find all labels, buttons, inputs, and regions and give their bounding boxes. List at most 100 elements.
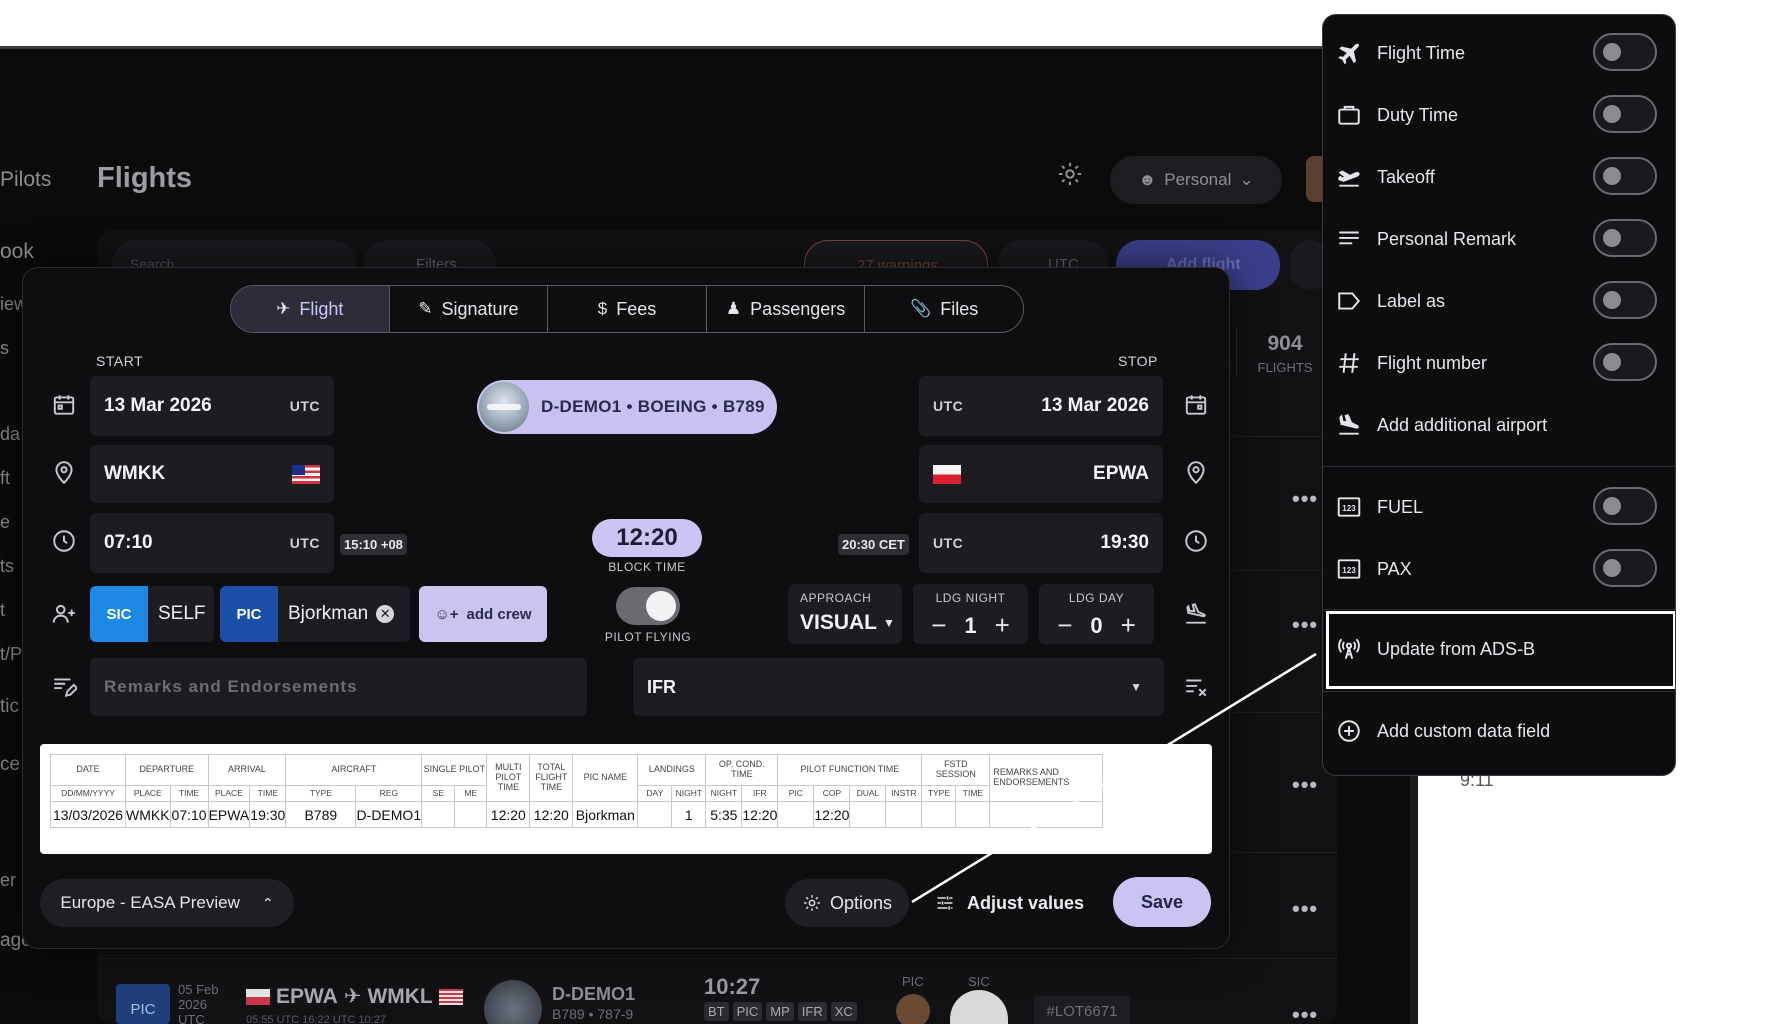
tab-flight[interactable]: ✈ Flight — [231, 286, 390, 332]
crew-chip-sic[interactable]: SIC SELF — [90, 586, 214, 642]
ldg-day-stepper[interactable]: LDG DAY − 0 + — [1039, 584, 1154, 644]
malaysia-flag-icon — [438, 988, 463, 1005]
tab-signature[interactable]: ✎ Signature — [390, 286, 549, 332]
sidebar-item-logbook[interactable]: ook — [0, 240, 34, 264]
personal-account-button[interactable]: ☻ Personal ⌄ — [1110, 156, 1282, 204]
arrival-airport-field[interactable]: EPWA — [919, 445, 1163, 503]
block-time-label: BLOCK TIME — [608, 560, 686, 574]
add-crew-button[interactable]: ☺+ add crew — [419, 586, 547, 642]
menu-item-label: Add custom data field — [1377, 720, 1551, 741]
table-cell: 5:35 — [705, 801, 743, 828]
row-more-icon[interactable]: ••• — [1292, 772, 1318, 798]
tab-fees[interactable]: $ Fees — [548, 286, 707, 332]
menu-toggle-switch[interactable] — [1593, 487, 1657, 525]
adjust-values-button[interactable]: Adjust values — [935, 879, 1084, 927]
settings-gear-icon[interactable] — [1048, 152, 1092, 196]
save-button[interactable]: Save — [1113, 877, 1211, 927]
table-subheader: NIGHT — [705, 785, 743, 802]
sidebar-item-12[interactable]: ce — [0, 754, 20, 776]
sidebar-item-13[interactable]: er — [0, 870, 16, 891]
table-header-row: DATE DEPARTURE ARRIVAL AIRCRAFT SINGLE P… — [50, 754, 1104, 802]
sidebar-item-6[interactable]: ft — [0, 468, 10, 489]
menu-toggle-switch[interactable] — [1593, 343, 1657, 381]
aircraft-selector[interactable]: D-DEMO1 • BOEING • B789 — [477, 380, 777, 434]
departure-airport-field[interactable]: WMKK — [90, 445, 334, 503]
sidebar-item-pilots[interactable]: Pilots — [0, 168, 51, 192]
ldg-day-value: 0 — [1090, 612, 1103, 638]
menu-item-flight-time[interactable]: Flight Time — [1323, 23, 1675, 83]
table-cell — [955, 801, 991, 828]
region-selector-button[interactable]: Europe - EASA Preview ⌃ — [40, 879, 294, 927]
crew-chip-pic[interactable]: PIC Bjorkman ✕ — [220, 586, 410, 642]
table-cell — [637, 801, 673, 828]
menu-toggle-switch[interactable] — [1593, 95, 1657, 133]
clock-icon — [1182, 527, 1210, 555]
malaysia-flag-icon — [292, 464, 320, 484]
table-subheader: REG — [355, 785, 423, 802]
pilot-flying-toggle[interactable] — [616, 587, 680, 625]
plane-arrow-icon: ✈ — [343, 985, 362, 1008]
screenshot-stage: Pilots ook iew s da ft e ts t t/P tic ce… — [0, 0, 1792, 1024]
menu-item-label: PAX — [1377, 558, 1412, 579]
menu-item-pax[interactable]: 123 PAX — [1323, 539, 1675, 599]
menu-item-label: Takeoff — [1377, 166, 1435, 187]
sidebar-item-7[interactable]: e — [0, 512, 10, 533]
flight-rules-select[interactable]: IFR ▼ — [633, 658, 1164, 716]
sidebar-item-5[interactable]: da — [0, 424, 20, 445]
sidebar-item-8[interactable]: ts — [0, 556, 14, 577]
sidebar-item-11[interactable]: tic — [0, 696, 19, 718]
table-header: REMARKS AND ENDORSEMENTS — [989, 754, 1104, 802]
ldg-night-stepper[interactable]: LDG NIGHT − 1 + — [913, 584, 1028, 644]
remarks-input[interactable]: Remarks and Endorsements — [90, 658, 587, 716]
menu-item-label-as[interactable]: Label as — [1323, 271, 1675, 331]
table-subheader: PLACE — [207, 785, 251, 802]
row-date-line2: 2026 — [178, 997, 207, 1012]
minus-icon[interactable]: − — [1057, 610, 1072, 641]
table-cell — [989, 801, 1104, 828]
menu-item-duty-time[interactable]: Duty Time — [1323, 85, 1675, 145]
menu-toggle-switch[interactable] — [1593, 549, 1657, 587]
menu-item-personal-remark[interactable]: Personal Remark — [1323, 209, 1675, 269]
landing-icon — [1182, 600, 1210, 628]
menu-toggle-switch[interactable] — [1593, 33, 1657, 71]
options-button[interactable]: Options — [785, 879, 909, 927]
row-more-icon[interactable]: ••• — [1292, 612, 1318, 638]
row-route-times: 05:55 UTC 16:22 UTC 10:27 — [246, 1014, 387, 1024]
minus-icon[interactable]: − — [931, 610, 946, 641]
plus-icon[interactable]: + — [995, 610, 1010, 641]
stop-date-field[interactable]: UTC 13 Mar 2026 — [919, 376, 1163, 436]
menu-toggle-switch[interactable] — [1593, 281, 1657, 319]
plus-icon[interactable]: + — [1121, 610, 1136, 641]
table-cell: 12:20 — [529, 801, 574, 828]
table-header: MULTI PILOT TIME — [486, 754, 531, 802]
sidebar-item-4[interactable]: s — [0, 338, 9, 359]
row-more-icon[interactable]: ••• — [1292, 896, 1318, 922]
dropdown-caret-icon: ▼ — [883, 616, 895, 630]
table-subheader: TYPE — [921, 785, 957, 802]
row-more-icon[interactable]: ••• — [1292, 486, 1318, 512]
tab-passengers[interactable]: ♟ Passengers — [707, 286, 866, 332]
sidebar-item-9[interactable]: t — [0, 600, 5, 621]
ldg-night-label: LDG NIGHT — [935, 591, 1006, 605]
row-tag: XC — [830, 1002, 857, 1021]
menu-item-flight-number[interactable]: Flight number — [1323, 333, 1675, 393]
menu-item-add-custom-data-field[interactable]: Add custom data field — [1323, 701, 1675, 761]
table-header: LANDINGS — [637, 754, 707, 786]
remove-crew-icon[interactable]: ✕ — [376, 605, 395, 623]
table-header: PILOT FUNCTION TIME — [777, 754, 923, 786]
menu-toggle-switch[interactable] — [1593, 157, 1657, 195]
row-more-icon[interactable]: ••• — [1292, 1002, 1318, 1024]
approach-select[interactable]: APPROACH VISUAL ▼ — [788, 584, 902, 644]
menu-item-add-additional-airport[interactable]: Add additional airport — [1323, 395, 1675, 455]
start-date-field[interactable]: 13 Mar 2026 UTC — [90, 376, 334, 436]
sidebar-item-10[interactable]: t/P — [0, 644, 22, 665]
approach-value: VISUAL — [800, 611, 878, 634]
hash-icon — [1335, 349, 1363, 377]
departure-time-field[interactable]: 07:10 UTC — [90, 513, 334, 573]
arrival-time-field[interactable]: UTC 19:30 — [919, 513, 1163, 573]
menu-item-takeoff[interactable]: Takeoff — [1323, 147, 1675, 207]
menu-toggle-switch[interactable] — [1593, 219, 1657, 257]
tab-files[interactable]: 📎 Files — [865, 286, 1023, 332]
crew-name: SELF — [158, 603, 206, 624]
menu-item-fuel[interactable]: 123 FUEL — [1323, 477, 1675, 537]
